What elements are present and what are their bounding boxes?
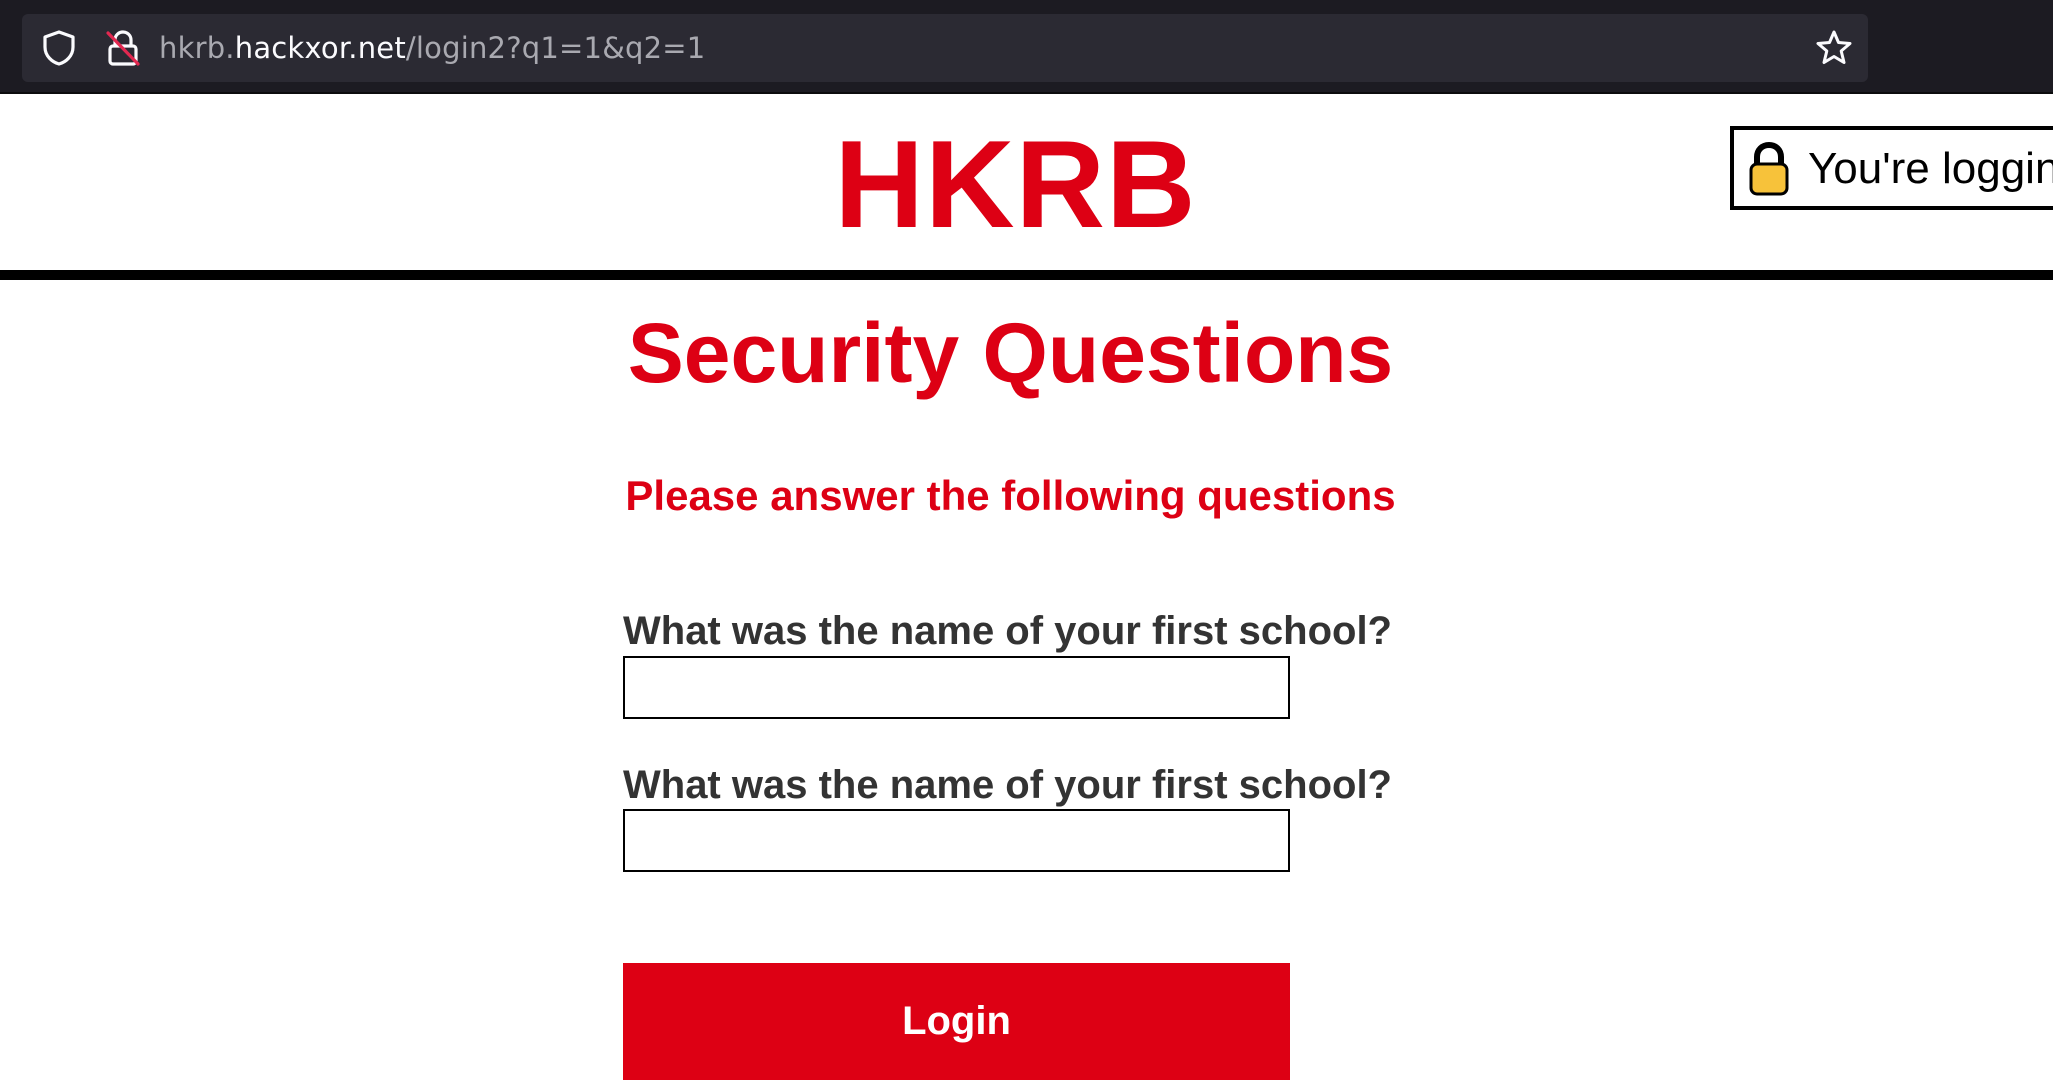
site-header: HKRB You're logging: [0, 94, 2053, 280]
page-title: Security Questions: [627, 306, 1394, 400]
insecure-lock-icon[interactable]: [104, 29, 142, 67]
padlock-icon: [1748, 141, 1790, 196]
question-2-label: What was the name of your first school?: [623, 763, 1392, 807]
question-1-answer-input[interactable]: [623, 656, 1290, 719]
page-subtitle: Please answer the following questions: [625, 472, 1396, 519]
question-2-answer-input[interactable]: [623, 809, 1290, 872]
browser-toolbar: hkrb.hackxor.net/login2?q1=1&q2=1: [0, 0, 2053, 94]
url-prefix: hkrb.: [159, 31, 235, 65]
url-text[interactable]: hkrb.hackxor.net/login2?q1=1&q2=1: [159, 28, 705, 68]
url-host: hackxor.net: [234, 31, 406, 65]
secure-login-notice: You're logging: [1730, 126, 2053, 210]
url-path: /login2?q1=1&q2=1: [405, 31, 706, 65]
question-1-label: What was the name of your first school?: [623, 609, 1392, 653]
address-bar[interactable]: hkrb.hackxor.net/login2?q1=1&q2=1: [22, 14, 1868, 82]
secure-notice-text: You're logging: [1808, 144, 2053, 193]
login-button[interactable]: Login: [623, 963, 1290, 1080]
shield-icon[interactable]: [40, 29, 78, 67]
bookmark-star-icon[interactable]: [1814, 28, 1854, 68]
